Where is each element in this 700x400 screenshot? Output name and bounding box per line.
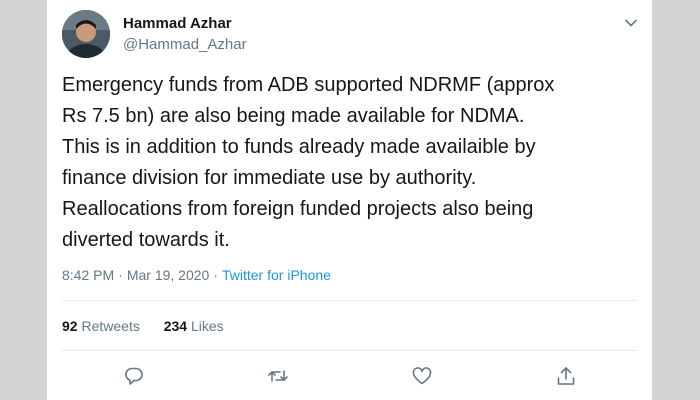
- retweets-label: Retweets: [81, 318, 140, 334]
- meta-separator: ·: [213, 267, 218, 283]
- likes-count: 234: [163, 318, 188, 334]
- like-icon: [412, 367, 432, 385]
- share-button[interactable]: [555, 365, 577, 387]
- likes-stat[interactable]: 234 Likes: [164, 318, 224, 334]
- more-options-button[interactable]: [622, 14, 640, 32]
- retweet-button[interactable]: [267, 365, 289, 387]
- reply-icon: [125, 367, 143, 385]
- likes-label: Likes: [190, 318, 224, 334]
- author-name[interactable]: Hammad Azhar: [123, 15, 232, 32]
- tweet-meta: 8:42 PM · Mar 19, 2020 · Twitter for iPhone: [62, 267, 331, 283]
- retweets-count: 92: [62, 318, 78, 334]
- tweet-source-link[interactable]: Twitter for iPhone: [222, 267, 331, 283]
- avatar-image: [62, 10, 110, 58]
- share-icon: [557, 367, 575, 385]
- reply-button[interactable]: [123, 365, 145, 387]
- author-handle[interactable]: @Hammad_Azhar: [123, 36, 247, 53]
- tweet-stats: 92 Retweets 234 Likes: [62, 318, 244, 334]
- divider: [62, 300, 637, 301]
- like-button[interactable]: [411, 365, 433, 387]
- retweets-stat[interactable]: 92 Retweets: [62, 318, 140, 334]
- chevron-down-icon: [625, 19, 637, 27]
- divider: [62, 350, 637, 351]
- avatar[interactable]: [62, 10, 110, 58]
- meta-separator: ·: [118, 267, 123, 283]
- tweet-date[interactable]: Mar 19, 2020: [127, 267, 210, 283]
- tweet-time[interactable]: 8:42 PM: [62, 267, 114, 283]
- tweet-text: Emergency funds from ADB supported NDRMF…: [62, 74, 555, 251]
- retweet-icon: [268, 370, 288, 382]
- tweet-card: Hammad Azhar @Hammad_Azhar Emergency fun…: [47, 0, 652, 400]
